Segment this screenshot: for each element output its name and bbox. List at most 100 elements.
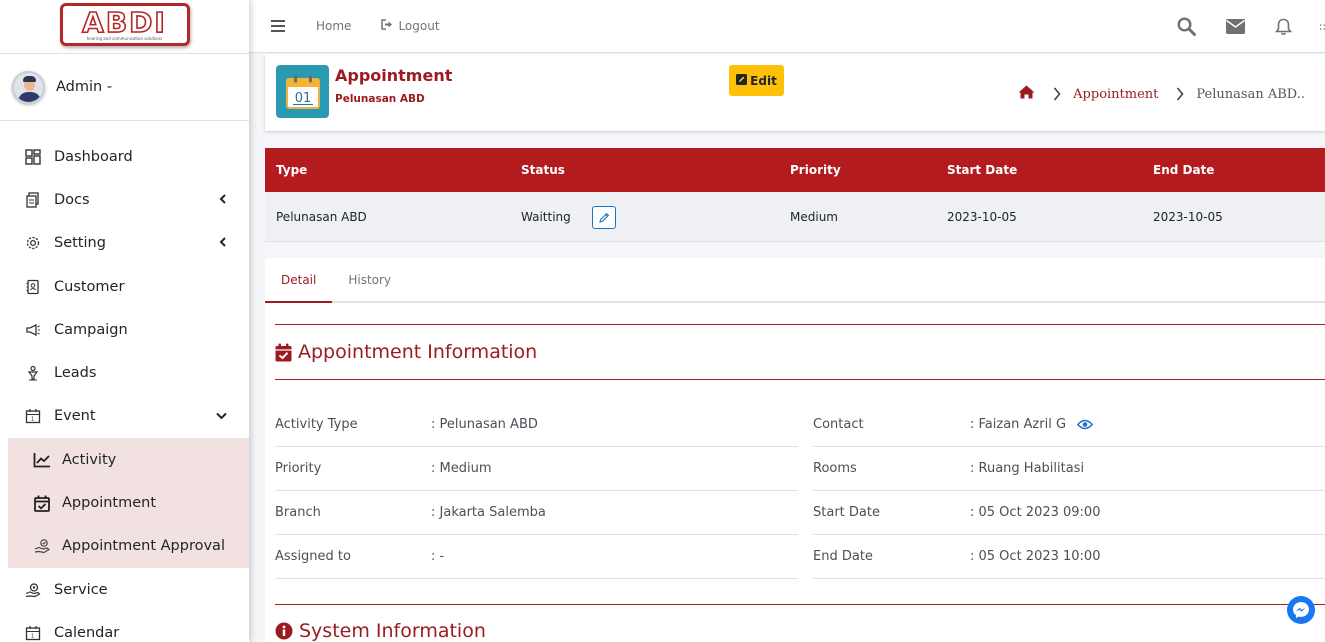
info-column-left: Activity Type : Pelunasan ABD Priority :… [275,403,798,579]
sidebar-item-customer[interactable]: Customer [0,265,249,308]
info-label: Start Date [813,505,880,520]
info-value: : - [431,549,445,564]
info-value: : Ruang Habilitasi [970,461,1085,476]
info-value: : Jakarta Salemba [431,505,546,520]
avatar [12,70,45,104]
info-value: : 05 Oct 2023 10:00 [970,549,1101,564]
topbar: Home Logout [249,0,1325,53]
logout-label: Logout [398,19,440,33]
user-name: Admin - [56,79,113,95]
info-value: : Faizan Azril G [970,417,1067,432]
sidebar-item-label: Appointment [62,495,157,512]
chevron-down-icon [216,409,227,423]
svg-text:1: 1 [31,633,34,639]
chevron-right-icon [1053,87,1061,101]
cell-status: Waitting [521,209,571,224]
calendar-icon: 1 [24,407,42,425]
tab-bar: Detail History [265,258,1325,303]
sidebar-item-label: Service [54,581,108,598]
info-label: Branch [275,505,321,520]
detail-card: Detail History Appointment Information A… [265,258,1325,642]
home-icon[interactable] [1018,85,1035,103]
bell-icon[interactable] [1275,18,1292,36]
sidebar-item-appointment-approval[interactable]: Appointment Approval [8,525,249,568]
sign-out-icon [381,19,393,33]
expand-icon[interactable] [1320,19,1325,35]
edit-button[interactable]: Edit [729,65,784,96]
info-row-rooms: Rooms : Ruang Habilitasi [813,447,1325,491]
hand-approve-icon [33,537,51,555]
column-header-start-date: Start Date [947,163,1018,177]
eye-icon[interactable] [1077,419,1094,430]
section-heading-system-information: System Information [275,620,486,642]
section-title: Appointment Information [298,341,538,363]
cell-priority: Medium [790,209,838,224]
sidebar-item-calendar[interactable]: 1 Calendar [0,611,249,642]
sidebar-item-event[interactable]: 1 Event [0,395,249,438]
cell-type: Pelunasan ABD [276,209,367,224]
edit-label: Edit [750,73,777,88]
sidebar-item-docs[interactable]: Docs [0,178,249,221]
sidebar-item-activity[interactable]: Activity [8,438,249,481]
address-book-icon [24,278,42,296]
sidebar-item-label: Campaign [54,321,128,338]
breadcrumb-current: Pelunasan ABD.. [1196,86,1305,102]
logo-tagline: hearing and communication solutions [86,35,163,41]
column-header-type: Type [276,163,308,177]
info-row-contact: Contact : Faizan Azril G [813,403,1325,447]
edit-status-button[interactable] [592,206,616,229]
sidebar-item-label: Activity [62,451,117,468]
info-row-assigned-to: Assigned to : - [275,535,798,579]
messenger-chat-icon[interactable] [1287,596,1315,624]
chevron-left-icon [219,236,227,250]
brand: ABDI hearing and communication solutions [0,0,249,54]
sidebar-item-leads[interactable]: Leads [0,351,249,394]
sidebar-item-dashboard[interactable]: Dashboard [0,135,249,178]
docs-icon [24,191,42,209]
edit-icon [736,73,748,88]
breadcrumb: Appointment Pelunasan ABD.. [1018,85,1305,103]
tab-history[interactable]: History [332,258,407,301]
sidebar-item-label: Appointment Approval [62,538,225,555]
home-link[interactable]: Home [316,19,351,33]
sidebar-item-campaign[interactable]: Campaign [0,308,249,351]
info-label: Rooms [813,461,857,476]
event-submenu: Activity Appointment Appointment Approva… [8,438,249,568]
info-circle-icon [275,622,293,640]
section-title: System Information [299,620,486,642]
page-subtitle: Pelunasan ABD [335,93,425,105]
info-row-branch: Branch : Jakarta Salemba [275,491,798,535]
gear-icon [24,234,42,252]
brand-logo[interactable]: ABDI hearing and communication solutions [59,3,190,46]
megaphone-icon [24,321,42,339]
dashboard-icon [24,148,42,166]
logout-link[interactable]: Logout [381,19,440,33]
cell-end-date: 2023-10-05 [1153,209,1223,224]
sidebar-item-label: Customer [54,278,125,295]
info-value: : Medium [431,461,492,476]
section-divider [275,324,1325,325]
user-panel[interactable]: Admin - [0,54,249,121]
table-row: Pelunasan ABD Waitting Medium 2023-10-05… [265,192,1325,242]
info-value: : Pelunasan ABD [431,417,538,432]
info-label: Assigned to [275,549,351,564]
chart-line-icon [33,451,51,469]
calendar-check-icon [33,494,51,512]
sidebar-item-setting[interactable]: Setting [0,222,249,265]
cell-start-date: 2023-10-05 [947,209,1017,224]
calendar-check-icon [275,343,292,362]
section-heading-appointment-information: Appointment Information [275,341,537,363]
section-divider [275,379,1325,380]
info-label: Priority [275,461,322,476]
sidebar-item-appointment[interactable]: Appointment [8,481,249,524]
breadcrumb-appointment-link[interactable]: Appointment [1073,87,1158,102]
leads-icon [24,364,42,382]
tab-detail[interactable]: Detail [265,258,333,303]
hamburger-menu-icon[interactable] [271,20,285,32]
info-row-start-date: Start Date : 05 Oct 2023 09:00 [813,491,1325,535]
search-icon[interactable] [1177,17,1196,36]
calendar-icon: 1 [24,624,42,642]
info-row-end-date: End Date : 05 Oct 2023 10:00 [813,535,1325,579]
sidebar-item-service[interactable]: Service [0,568,249,611]
envelope-icon[interactable] [1226,19,1245,34]
